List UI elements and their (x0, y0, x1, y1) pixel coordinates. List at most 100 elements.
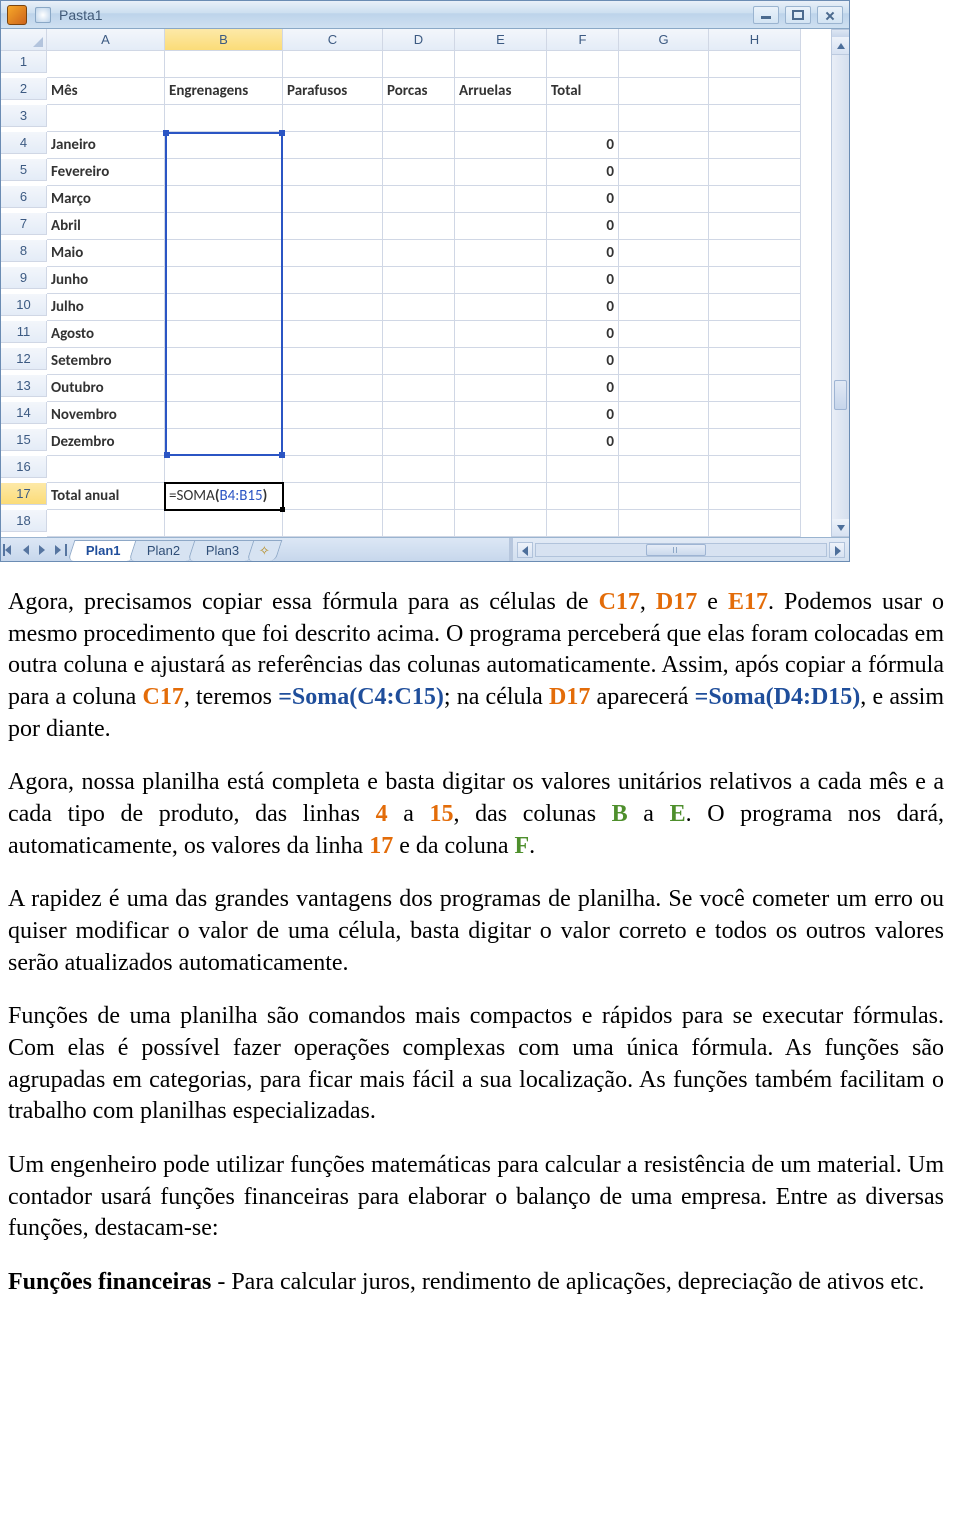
cell-D4[interactable] (383, 132, 455, 159)
cell-E10[interactable] (455, 294, 547, 321)
cell-F15[interactable]: 0 (547, 429, 619, 456)
cell-E12[interactable] (455, 348, 547, 375)
row-header-10[interactable]: 10 (1, 294, 47, 316)
cell-F4[interactable]: 0 (547, 132, 619, 159)
cell-E5[interactable] (455, 159, 547, 186)
cell-F11[interactable]: 0 (547, 321, 619, 348)
cell-C9[interactable] (283, 267, 383, 294)
minimize-button[interactable] (753, 6, 779, 24)
tab-plan2[interactable]: Plan2 (128, 540, 198, 561)
cell-D12[interactable] (383, 348, 455, 375)
cell-F18[interactable] (547, 510, 619, 537)
cell-A9[interactable]: Junho (47, 267, 165, 294)
horizontal-scrollbar[interactable] (509, 538, 849, 561)
row-header-14[interactable]: 14 (1, 402, 47, 424)
cell-H15[interactable] (709, 429, 801, 456)
cell-B11[interactable] (165, 321, 283, 348)
cell-C6[interactable] (283, 186, 383, 213)
cell-G11[interactable] (619, 321, 709, 348)
cell-F13[interactable]: 0 (547, 375, 619, 402)
cell-E9[interactable] (455, 267, 547, 294)
cell-C16[interactable] (283, 456, 383, 483)
cell-B16[interactable] (165, 456, 283, 483)
vertical-scrollbar[interactable] (831, 29, 849, 537)
first-sheet-button[interactable] (5, 543, 19, 557)
cell-H7[interactable] (709, 213, 801, 240)
scroll-up-button[interactable] (832, 37, 849, 55)
prev-sheet-button[interactable] (21, 543, 35, 557)
cell-B6[interactable] (165, 186, 283, 213)
cell-H1[interactable] (709, 51, 801, 78)
cell-E6[interactable] (455, 186, 547, 213)
column-header-b[interactable]: B (165, 29, 283, 51)
cell-B13[interactable] (165, 375, 283, 402)
cell-C3[interactable] (283, 105, 383, 132)
cell-E2[interactable]: Arruelas (455, 78, 547, 105)
tab-plan1[interactable]: Plan1 (68, 540, 140, 561)
cell-F1[interactable] (547, 51, 619, 78)
cell-C5[interactable] (283, 159, 383, 186)
cell-A1[interactable] (47, 51, 165, 78)
column-header-g[interactable]: G (619, 29, 709, 51)
cell-C14[interactable] (283, 402, 383, 429)
cell-A11[interactable]: Agosto (47, 321, 165, 348)
row-header-12[interactable]: 12 (1, 348, 47, 370)
row-header-1[interactable]: 1 (1, 51, 47, 73)
office-button-icon[interactable] (7, 5, 27, 25)
cell-E17[interactable] (455, 483, 547, 510)
cell-H5[interactable] (709, 159, 801, 186)
cell-E16[interactable] (455, 456, 547, 483)
cell-F8[interactable]: 0 (547, 240, 619, 267)
cell-E11[interactable] (455, 321, 547, 348)
cell-D16[interactable] (383, 456, 455, 483)
cell-E13[interactable] (455, 375, 547, 402)
split-handle-top[interactable] (832, 29, 849, 37)
column-header-a[interactable]: A (47, 29, 165, 51)
cell-D10[interactable] (383, 294, 455, 321)
row-header-8[interactable]: 8 (1, 240, 47, 262)
cell-A2[interactable]: Mês (47, 78, 165, 105)
cell-B9[interactable] (165, 267, 283, 294)
cell-A4[interactable]: Janeiro (47, 132, 165, 159)
row-header-15[interactable]: 15 (1, 429, 47, 451)
cell-H2[interactable] (709, 78, 801, 105)
cell-F6[interactable]: 0 (547, 186, 619, 213)
cell-G1[interactable] (619, 51, 709, 78)
cell-E1[interactable] (455, 51, 547, 78)
cell-F10[interactable]: 0 (547, 294, 619, 321)
row-header-5[interactable]: 5 (1, 159, 47, 181)
cell-D13[interactable] (383, 375, 455, 402)
row-header-2[interactable]: 2 (1, 78, 47, 100)
cell-F3[interactable] (547, 105, 619, 132)
column-header-h[interactable]: H (709, 29, 801, 51)
cell-F7[interactable]: 0 (547, 213, 619, 240)
cell-G17[interactable] (619, 483, 709, 510)
cell-G7[interactable] (619, 213, 709, 240)
cell-E4[interactable] (455, 132, 547, 159)
scroll-left-button[interactable] (517, 542, 533, 558)
cell-C15[interactable] (283, 429, 383, 456)
select-all-corner[interactable] (1, 29, 47, 51)
cell-G13[interactable] (619, 375, 709, 402)
cell-G5[interactable] (619, 159, 709, 186)
cell-G8[interactable] (619, 240, 709, 267)
cell-B12[interactable] (165, 348, 283, 375)
cell-D3[interactable] (383, 105, 455, 132)
cell-C10[interactable] (283, 294, 383, 321)
cell-A15[interactable]: Dezembro (47, 429, 165, 456)
cell-H13[interactable] (709, 375, 801, 402)
cell-A12[interactable]: Setembro (47, 348, 165, 375)
cell-B8[interactable] (165, 240, 283, 267)
column-header-f[interactable]: F (547, 29, 619, 51)
cell-G6[interactable] (619, 186, 709, 213)
cell-H6[interactable] (709, 186, 801, 213)
cell-A8[interactable]: Maio (47, 240, 165, 267)
cell-D14[interactable] (383, 402, 455, 429)
cell-C8[interactable] (283, 240, 383, 267)
cell-H12[interactable] (709, 348, 801, 375)
cell-F14[interactable]: 0 (547, 402, 619, 429)
cell-E7[interactable] (455, 213, 547, 240)
cell-C1[interactable] (283, 51, 383, 78)
row-header-16[interactable]: 16 (1, 456, 47, 478)
cell-G15[interactable] (619, 429, 709, 456)
